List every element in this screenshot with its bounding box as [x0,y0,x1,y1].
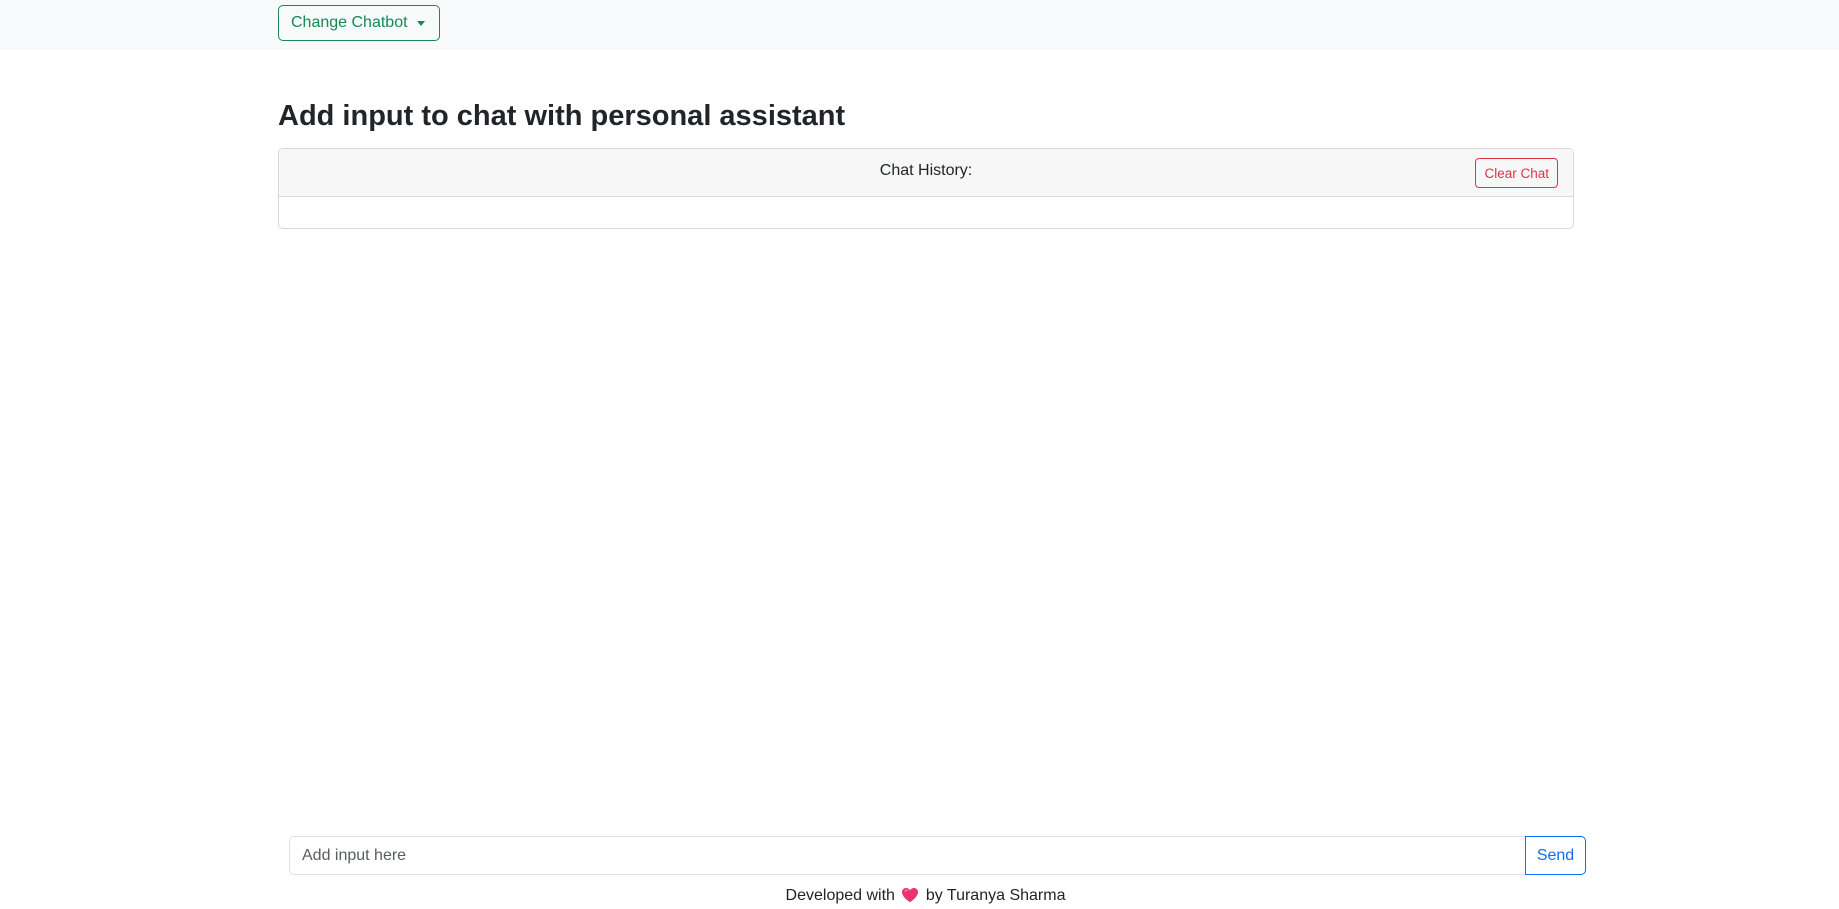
chat-input[interactable] [289,836,1525,875]
send-button[interactable]: Send [1525,836,1586,875]
page-title: Add input to chat with personal assistan… [278,100,846,132]
chat-messages-area [279,197,1573,228]
top-navbar: Change Chatbot [0,0,1839,50]
chat-history-header: Chat History: Clear Chat [279,149,1573,197]
change-chatbot-dropdown[interactable]: Change Chatbot [278,5,440,41]
chevron-down-icon [416,20,425,26]
heart-icon [901,887,919,909]
chat-history-card: Chat History: Clear Chat [278,148,1574,229]
footer-suffix: by Turanya Sharma [925,887,1066,904]
change-chatbot-label: Change Chatbot [291,14,408,31]
footer-prefix: Developed with [785,887,895,904]
chat-history-title: Chat History: [879,162,973,179]
chat-composer: Send [289,836,1586,875]
clear-chat-button[interactable]: Clear Chat [1475,158,1558,188]
footer: Developed with by Turanya Sharma [0,886,1839,909]
